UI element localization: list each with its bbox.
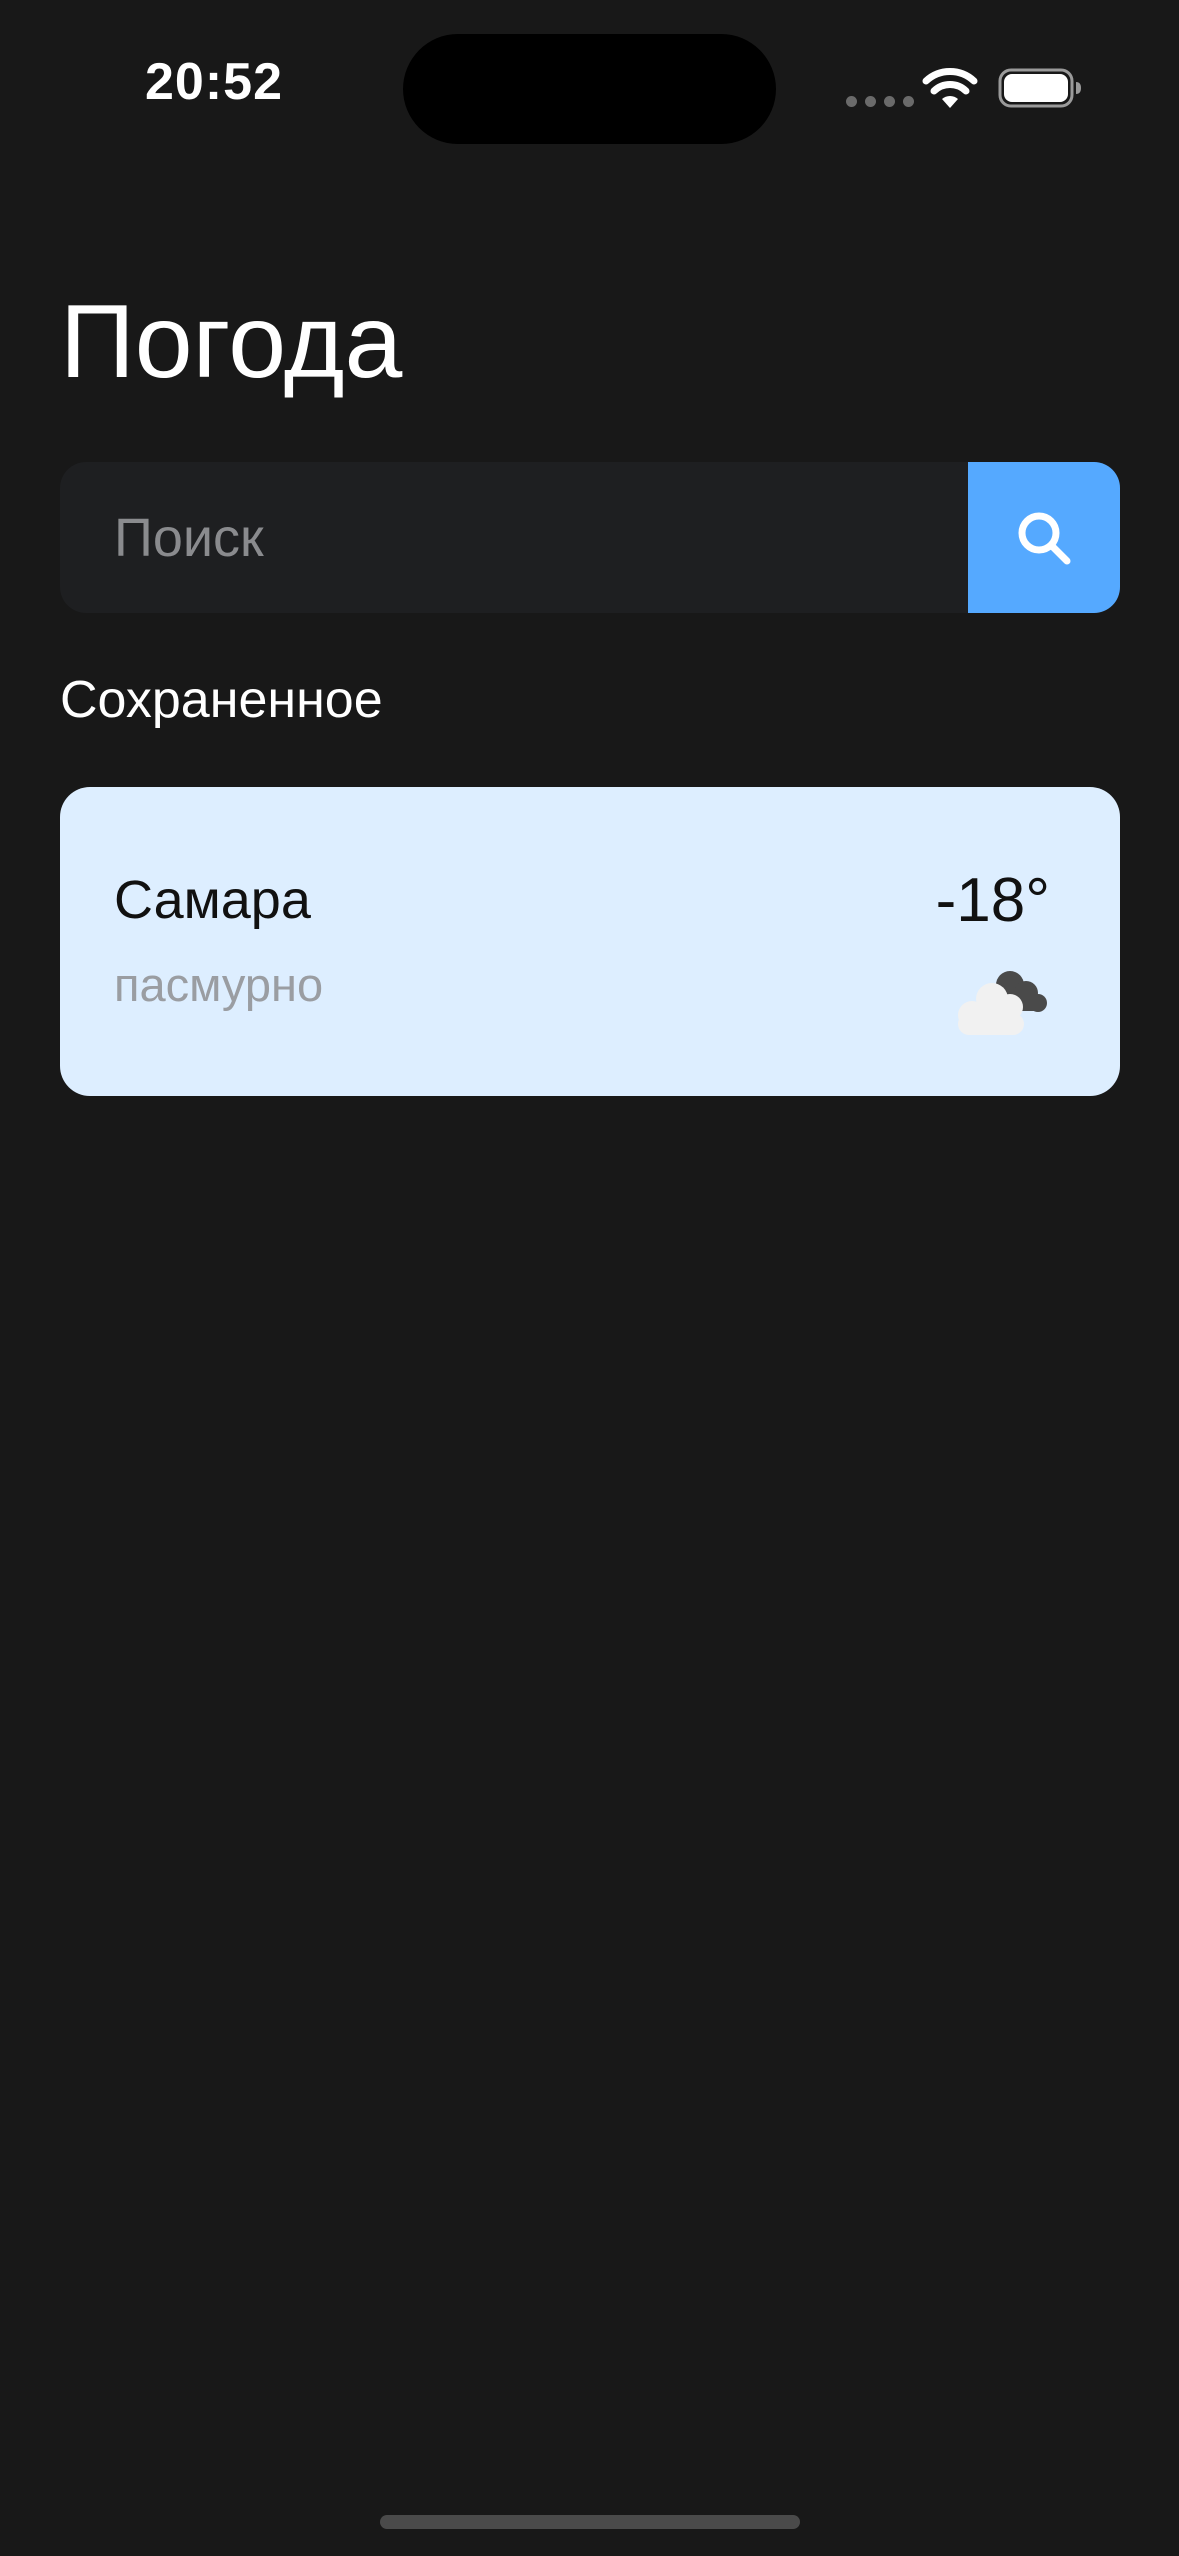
dynamic-island — [403, 34, 776, 144]
search-icon — [1018, 512, 1071, 564]
search-input[interactable] — [60, 462, 968, 613]
saved-city-card[interactable]: Самара пасмурно -18° — [60, 787, 1120, 1096]
home-indicator[interactable] — [380, 2515, 800, 2529]
search-bar — [60, 462, 1120, 613]
temperature: -18° — [935, 866, 1050, 935]
status-time: 20:52 — [145, 53, 283, 111]
page-title: Погода — [60, 284, 403, 400]
wifi-icon — [922, 68, 978, 108]
saved-section-title: Сохраненное — [60, 671, 383, 729]
weather-screen: 20:52 Погода Сохраненное Самара пасмурно… — [0, 0, 1179, 2556]
search-button[interactable] — [968, 462, 1120, 613]
city-name: Самара — [114, 870, 311, 930]
battery-icon — [998, 68, 1081, 108]
cloudy-icon — [958, 971, 1047, 1035]
cellular-signal-icon — [846, 96, 914, 107]
weather-condition: пасмурно — [114, 958, 324, 1011]
